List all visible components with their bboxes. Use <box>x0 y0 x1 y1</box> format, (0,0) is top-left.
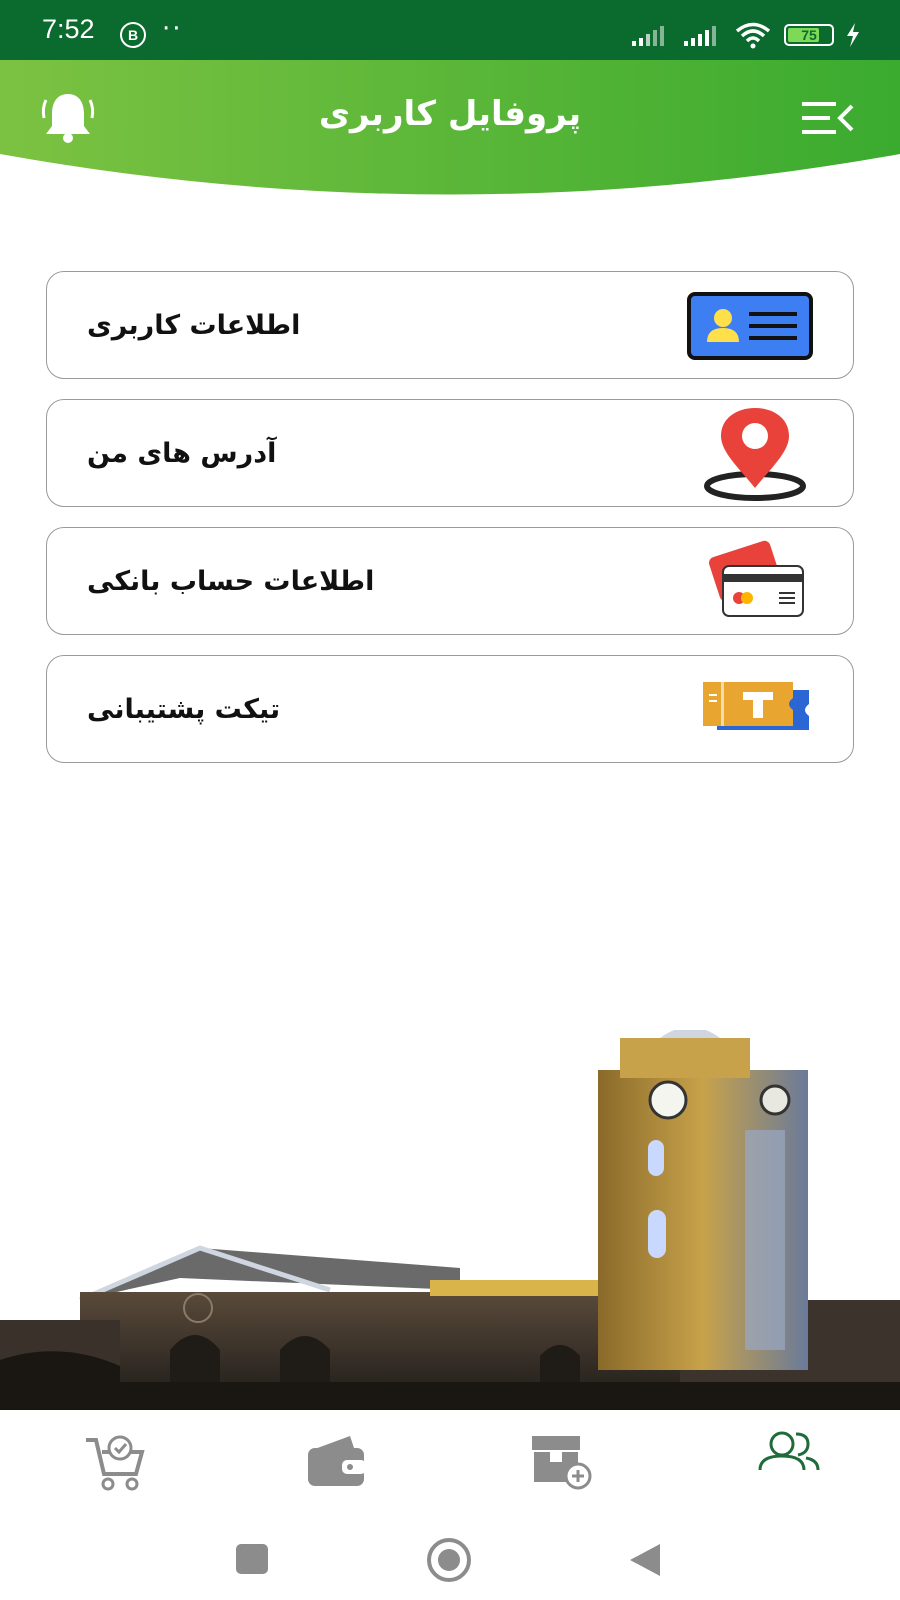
menu-item-label: اطلاعات کاربری <box>87 309 301 341</box>
status-time: 7:52 <box>42 14 95 44</box>
id-card-icon <box>683 284 813 368</box>
signal-1-icon <box>632 26 664 46</box>
wifi-icon <box>735 22 771 49</box>
status-bar: 7:52 B ·· 75 <box>0 0 900 62</box>
landmark-illustration <box>0 1027 900 1412</box>
b-badge-icon: B <box>120 22 146 48</box>
battery-level: 75 <box>801 27 817 43</box>
charging-icon <box>847 23 859 47</box>
menu-item-support-ticket[interactable]: تیکت پشتیبانی <box>46 655 854 763</box>
system-navigation <box>0 1510 900 1600</box>
cart-check-icon[interactable] <box>72 1426 152 1494</box>
notifications-bell-icon[interactable] <box>38 88 98 148</box>
menu-item-bank-account[interactable]: اطلاعات حساب بانکی <box>46 527 854 635</box>
support-ticket-icon <box>683 668 813 752</box>
menu-icon[interactable] <box>800 98 856 138</box>
battery-icon: 75 <box>784 24 834 46</box>
signal-2-icon <box>684 26 716 46</box>
app-header: پروفایل کاربری <box>0 60 900 200</box>
back-button[interactable] <box>624 1538 674 1582</box>
page-title: پروفایل کاربری <box>318 94 582 134</box>
menu-item-label: اطلاعات حساب بانکی <box>87 565 375 597</box>
menu-item-my-addresses[interactable]: آدرس های من <box>46 399 854 507</box>
bottom-navigation <box>0 1410 900 1510</box>
menu-item-label: تیکت پشتیبانی <box>87 693 281 725</box>
menu-item-label: آدرس های من <box>87 437 277 469</box>
status-indicators: 75 <box>630 20 860 50</box>
recents-button[interactable] <box>228 1538 278 1582</box>
more-notifications-icon: ·· <box>162 14 183 44</box>
bank-card-icon <box>683 540 813 624</box>
menu-item-user-info[interactable]: اطلاعات کاربری <box>46 271 854 379</box>
users-icon[interactable] <box>748 1426 828 1494</box>
wallet-icon[interactable] <box>296 1426 376 1494</box>
home-button[interactable] <box>424 1538 474 1582</box>
location-pin-icon <box>683 408 813 501</box>
box-add-icon[interactable] <box>522 1426 602 1494</box>
